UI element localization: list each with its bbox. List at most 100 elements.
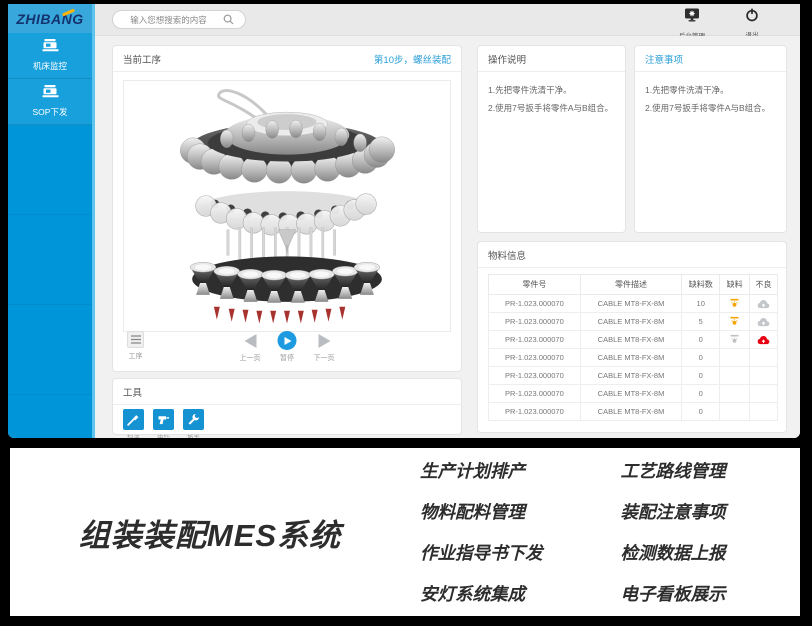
shortage-cell[interactable] <box>720 367 750 385</box>
materials-panel: 物料信息 零件号 零件描述 缺料数 缺料 不良 PR-1.023.000070 … <box>477 241 787 433</box>
part-no-cell: PR-1.023.000070 <box>489 295 581 313</box>
part-no-cell: PR-1.023.000070 <box>489 349 581 367</box>
tools-panel: 工具 起子 电钻 <box>112 378 462 435</box>
pause-button[interactable]: 暂停 <box>278 331 297 363</box>
part-no-cell: PR-1.023.000070 <box>489 403 581 421</box>
defect-cell[interactable] <box>750 403 778 421</box>
part-no-cell: PR-1.023.000070 <box>489 367 581 385</box>
table-row[interactable]: PR-1.023.000070 CABLE MT8-FX-8M 10 <box>489 295 778 313</box>
process-controls: 工序 上一页 暂停 下一页 <box>113 329 461 367</box>
tool-label: 起子 <box>127 432 140 438</box>
feature-column-right: 工艺路线管理 装配注意事项 检测数据上报 电子看板展示 <box>621 442 726 622</box>
sidebar-item-machine-monitor[interactable]: 机床监控 <box>8 33 92 79</box>
notes-panel: 注意事项 1.先把零件洗清干净。 2.使用7号扳手将零件A与B组合。 <box>634 45 787 233</box>
feature-item: 安灯系统集成 <box>420 581 543 606</box>
defect-cell[interactable] <box>750 331 778 349</box>
table-row[interactable]: PR-1.023.000070 CABLE MT8-FX-8M 5 <box>489 313 778 331</box>
tools-title: 工具 <box>123 385 142 399</box>
pause-label: 暂停 <box>280 353 294 363</box>
tool-screwdriver[interactable]: 起子 <box>123 409 144 438</box>
shortage-qty-cell: 10 <box>682 295 720 313</box>
part-no-cell: PR-1.023.000070 <box>489 313 581 331</box>
feature-item: 检测数据上报 <box>621 540 726 565</box>
sidebar-empty-cell <box>8 125 92 215</box>
banner-title: 组装装配MES系统 <box>10 510 410 555</box>
part-desc-cell: CABLE MT8-FX-8M <box>580 349 682 367</box>
shortage-cell[interactable] <box>720 349 750 367</box>
defect-upload-cloud-icon[interactable] <box>757 335 770 345</box>
part-desc-cell: CABLE MT8-FX-8M <box>580 385 682 403</box>
play-icon <box>278 331 297 350</box>
defect-cell[interactable] <box>750 385 778 403</box>
marketing-banner: 组装装配MES系统 生产计划排产 物料配料管理 作业指导书下发 安灯系统集成 工… <box>10 448 800 616</box>
shortage-cell[interactable] <box>720 331 750 349</box>
search-box[interactable] <box>112 10 246 29</box>
shortage-cell[interactable] <box>720 295 750 313</box>
search-input[interactable] <box>125 15 213 25</box>
shortage-qty-cell: 0 <box>682 403 720 421</box>
process-list-icon <box>127 331 144 348</box>
defect-cell[interactable] <box>750 349 778 367</box>
shortage-qty-cell: 0 <box>682 331 720 349</box>
part-desc-cell: CABLE MT8-FX-8M <box>580 403 682 421</box>
instructions-header: 操作说明 <box>478 46 625 72</box>
current-step-label[interactable]: 第10步，螺丝装配 <box>374 52 451 66</box>
shortage-call-icon[interactable] <box>729 334 740 345</box>
process-list-label: 工序 <box>129 351 143 361</box>
sop-dispatch-icon <box>42 85 59 103</box>
shortage-cell[interactable] <box>720 403 750 421</box>
table-row[interactable]: PR-1.023.000070 CABLE MT8-FX-8M 0 <box>489 385 778 403</box>
sidebar-empty-cell <box>8 395 92 438</box>
table-row[interactable]: PR-1.023.000070 CABLE MT8-FX-8M 0 <box>489 403 778 421</box>
materials-table-body: PR-1.023.000070 CABLE MT8-FX-8M 10 PR-1.… <box>489 295 778 421</box>
next-page-button[interactable]: 下一页 <box>314 331 335 363</box>
next-icon <box>318 334 330 348</box>
instruction-line: 2.使用7号扳手将零件A与B组合。 <box>488 99 615 117</box>
defect-upload-cloud-icon[interactable] <box>757 299 770 309</box>
drill-icon <box>153 409 174 430</box>
instructions-panel: 操作说明 1.先把零件洗清干净。 2.使用7号扳手将零件A与B组合。 <box>477 45 626 233</box>
part-no-cell: PR-1.023.000070 <box>489 331 581 349</box>
sidebar-item-sop-dispatch[interactable]: SOP下发 <box>8 79 92 125</box>
banner-feature-list: 生产计划排产 物料配料管理 作业指导书下发 安灯系统集成 工艺路线管理 装配注意… <box>420 442 726 622</box>
search-icon[interactable] <box>223 14 234 25</box>
screenshot-stage: ZHIBANG 机床监控 SOP下发 <box>0 0 812 626</box>
defect-upload-cloud-icon[interactable] <box>757 317 770 327</box>
shortage-qty-cell: 0 <box>682 385 720 403</box>
shortage-call-icon[interactable] <box>729 316 740 327</box>
machine-monitor-icon <box>42 39 59 57</box>
current-process-header: 当前工序 第10步，螺丝装配 <box>113 46 461 72</box>
defect-cell[interactable] <box>750 367 778 385</box>
process-list-button[interactable]: 工序 <box>127 331 144 361</box>
shortage-cell[interactable] <box>720 313 750 331</box>
tool-label: 电钻 <box>157 432 170 438</box>
topbar: 后台管理 退出 <box>95 4 800 36</box>
logo: ZHIBANG <box>8 4 92 33</box>
wrench-icon <box>183 409 204 430</box>
tools-header: 工具 <box>113 379 461 405</box>
logout-button[interactable]: 退出 <box>726 8 778 39</box>
current-process-panel: 当前工序 第10步，螺丝装配 <box>112 45 462 372</box>
part-desc-cell: CABLE MT8-FX-8M <box>580 331 682 349</box>
column-header-part-no: 零件号 <box>489 275 581 295</box>
defect-cell[interactable] <box>750 295 778 313</box>
shortage-call-icon[interactable] <box>729 298 740 309</box>
feature-item: 作业指导书下发 <box>420 540 543 565</box>
defect-cell[interactable] <box>750 313 778 331</box>
tool-wrench[interactable]: 扳手 <box>183 409 204 438</box>
tool-drill[interactable]: 电钻 <box>153 409 174 438</box>
shortage-cell[interactable] <box>720 385 750 403</box>
materials-table: 零件号 零件描述 缺料数 缺料 不良 PR-1.023.000070 CABLE… <box>488 274 778 421</box>
feature-item: 生产计划排产 <box>420 458 543 483</box>
sidebar-item-label: 机床监控 <box>33 60 67 72</box>
shortage-qty-cell: 5 <box>682 313 720 331</box>
table-row[interactable]: PR-1.023.000070 CABLE MT8-FX-8M 0 <box>489 349 778 367</box>
column-header-shortage: 缺料 <box>720 275 750 295</box>
table-row[interactable]: PR-1.023.000070 CABLE MT8-FX-8M 0 <box>489 367 778 385</box>
table-row[interactable]: PR-1.023.000070 CABLE MT8-FX-8M 0 <box>489 331 778 349</box>
instruction-line: 1.先把零件洗清干净。 <box>488 81 615 99</box>
prev-page-button[interactable]: 上一页 <box>240 331 261 363</box>
prev-icon <box>244 334 256 348</box>
logo-text: ZHIBANG <box>16 11 83 27</box>
part-no-cell: PR-1.023.000070 <box>489 385 581 403</box>
